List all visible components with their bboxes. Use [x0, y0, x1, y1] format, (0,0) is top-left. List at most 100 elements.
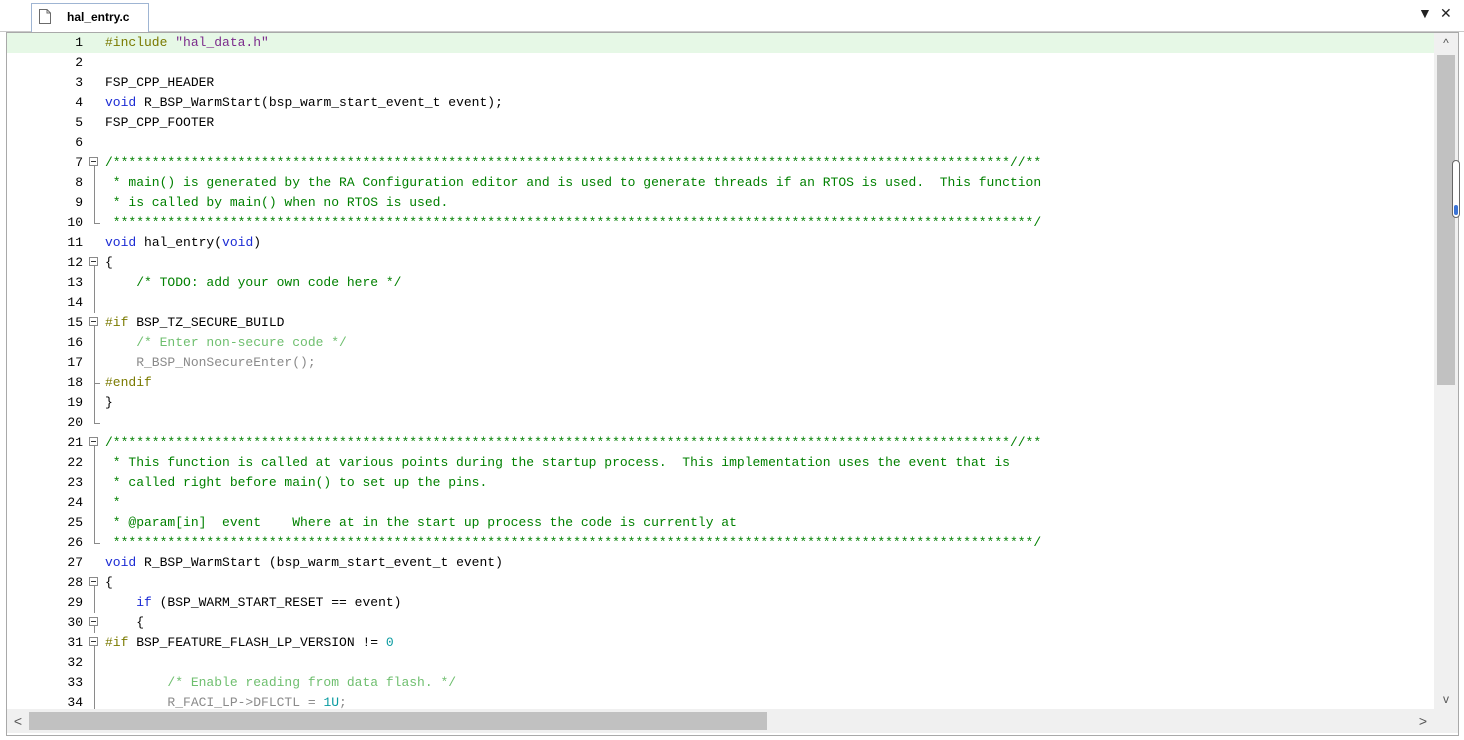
fold-collapse-icon[interactable]: [89, 633, 101, 653]
code-token: #endif: [105, 375, 152, 390]
code-line[interactable]: 21 /*************************************…: [7, 433, 1434, 453]
code-line[interactable]: 25 * @param[in] event Where at in the st…: [7, 513, 1434, 533]
code-editor[interactable]: 1 #include "hal_data.h" 2 3 FSP_CPP_HEADER 4 v…: [7, 33, 1434, 709]
code-line[interactable]: 10 *************************************…: [7, 213, 1434, 233]
code-text: * @param[in] event Where at in the start…: [105, 513, 737, 533]
code-token: }: [105, 395, 113, 410]
code-line[interactable]: 33 /* Enable reading from data flash. */: [7, 673, 1434, 693]
fold-collapse-icon[interactable]: [89, 613, 101, 633]
code-line[interactable]: 30 {: [7, 613, 1434, 633]
tab-hal-entry[interactable]: hal_entry.c: [31, 3, 149, 32]
scroll-right-icon[interactable]: >: [1412, 709, 1434, 733]
line-number: 16: [67, 335, 83, 350]
code-text: }: [105, 393, 113, 413]
code-text: /* Enter non-secure code */: [105, 333, 347, 353]
fold-collapse-icon[interactable]: [89, 573, 101, 593]
line-number: 15: [67, 315, 83, 330]
code-text: R_FACI_LP->DFLCTL = 1U;: [105, 693, 346, 709]
code-line[interactable]: 7 /**************************************…: [7, 153, 1434, 173]
code-line[interactable]: 17 R_BSP_NonSecureEnter();: [7, 353, 1434, 373]
line-number: 20: [67, 415, 83, 430]
code-line[interactable]: 4 void R_BSP_WarmStart(bsp_warm_start_eve…: [7, 93, 1434, 113]
code-line[interactable]: 11 void hal_entry(void): [7, 233, 1434, 253]
code-token: #if: [105, 635, 129, 650]
fold-guide: [89, 353, 101, 373]
scroll-corner: [1434, 709, 1458, 733]
code-line[interactable]: 18 #endif: [7, 373, 1434, 393]
code-token: 0: [385, 635, 394, 650]
fold-guide: [89, 193, 101, 213]
line-number: 9: [75, 195, 83, 210]
code-text: /* Enable reading from data flash. */: [105, 673, 456, 693]
code-token: * This function is called at various poi…: [105, 455, 1010, 470]
code-line[interactable]: 26 *************************************…: [7, 533, 1434, 553]
code-token: ****************************************…: [105, 215, 1042, 230]
line-number: 31: [67, 635, 83, 650]
fold-guide: [89, 33, 101, 53]
code-line[interactable]: 31 #if BSP_FEATURE_FLASH_LP_VERSION != 0: [7, 633, 1434, 653]
code-line[interactable]: 13 /* TODO: add your own code here */: [7, 273, 1434, 293]
code-line[interactable]: 27 void R_BSP_WarmStart (bsp_warm_start_e…: [7, 553, 1434, 573]
code-token: BSP_FEATURE_FLASH_LP_VERSION !=: [128, 635, 386, 650]
code-line[interactable]: 2: [7, 53, 1434, 73]
line-number: 7: [75, 155, 83, 170]
tab-list-dropdown-icon[interactable]: ▼: [1418, 5, 1432, 21]
fold-collapse-icon[interactable]: [89, 253, 101, 273]
fold-collapse-icon[interactable]: [89, 153, 101, 173]
code-line[interactable]: 1 #include "hal_data.h": [7, 33, 1434, 53]
fold-guide: [89, 653, 101, 673]
code-token: /***************************************…: [105, 155, 1042, 170]
code-line[interactable]: 20: [7, 413, 1434, 433]
fold-guide: [89, 173, 101, 193]
code-text: {: [105, 253, 113, 273]
code-line[interactable]: 32: [7, 653, 1434, 673]
code-line[interactable]: 3 FSP_CPP_HEADER: [7, 73, 1434, 93]
line-number: 13: [67, 275, 83, 290]
line-number: 24: [67, 495, 83, 510]
code-line[interactable]: 22 * This function is called at various …: [7, 453, 1434, 473]
code-line[interactable]: 8 * main() is generated by the RA Config…: [7, 173, 1434, 193]
code-line[interactable]: 23 * called right before main() to set u…: [7, 473, 1434, 493]
fold-guide: [89, 393, 101, 413]
code-text: /***************************************…: [105, 153, 1041, 173]
fold-guide: [89, 513, 101, 533]
line-number: 18: [67, 375, 83, 390]
scroll-marker: [1452, 160, 1460, 218]
code-line[interactable]: 19}: [7, 393, 1434, 413]
code-line[interactable]: 34 R_FACI_LP->DFLCTL = 1U;: [7, 693, 1434, 709]
fold-collapse-icon[interactable]: [89, 313, 101, 333]
code-token: void: [105, 95, 137, 110]
code-line[interactable]: 28 {: [7, 573, 1434, 593]
scroll-left-icon[interactable]: <: [7, 709, 29, 733]
code-line[interactable]: 6: [7, 133, 1434, 153]
code-line[interactable]: 24 *: [7, 493, 1434, 513]
code-line[interactable]: 14: [7, 293, 1434, 313]
tab-bar: hal_entry.c ▼ ✕: [0, 0, 1464, 32]
fold-guide: [89, 693, 101, 709]
code-line[interactable]: 12 {: [7, 253, 1434, 273]
code-line[interactable]: 29 if (BSP_WARM_START_RESET == event): [7, 593, 1434, 613]
code-line[interactable]: 16 /* Enter non-secure code */: [7, 333, 1434, 353]
code-token: (BSP_WARM_START_RESET == event): [151, 595, 402, 610]
scroll-up-icon[interactable]: ^: [1434, 33, 1458, 53]
code-token: void: [105, 235, 137, 250]
code-line[interactable]: 15 #if BSP_TZ_SECURE_BUILD: [7, 313, 1434, 333]
code-text: if (BSP_WARM_START_RESET == event): [105, 593, 401, 613]
code-text: R_BSP_NonSecureEnter();: [105, 353, 315, 373]
scroll-down-icon[interactable]: v: [1434, 689, 1458, 709]
fold-guide: [89, 213, 101, 233]
close-tab-icon[interactable]: ✕: [1440, 5, 1452, 21]
line-number: 1: [75, 35, 83, 50]
horizontal-scroll-thumb[interactable]: [29, 712, 767, 730]
code-text: ****************************************…: [105, 533, 1041, 553]
code-token: R_BSP_WarmStart (bsp_warm_start_event_t …: [136, 555, 503, 570]
vertical-scroll-thumb[interactable]: [1437, 55, 1455, 385]
code-line[interactable]: 5 FSP_CPP_FOOTER: [7, 113, 1434, 133]
horizontal-scrollbar[interactable]: < >: [7, 709, 1434, 733]
fold-collapse-icon[interactable]: [89, 433, 101, 453]
code-line[interactable]: 9 * is called by main() when no RTOS is …: [7, 193, 1434, 213]
line-number: 22: [67, 455, 83, 470]
fold-guide: [89, 673, 101, 693]
vertical-scrollbar[interactable]: ^ v: [1434, 33, 1458, 709]
